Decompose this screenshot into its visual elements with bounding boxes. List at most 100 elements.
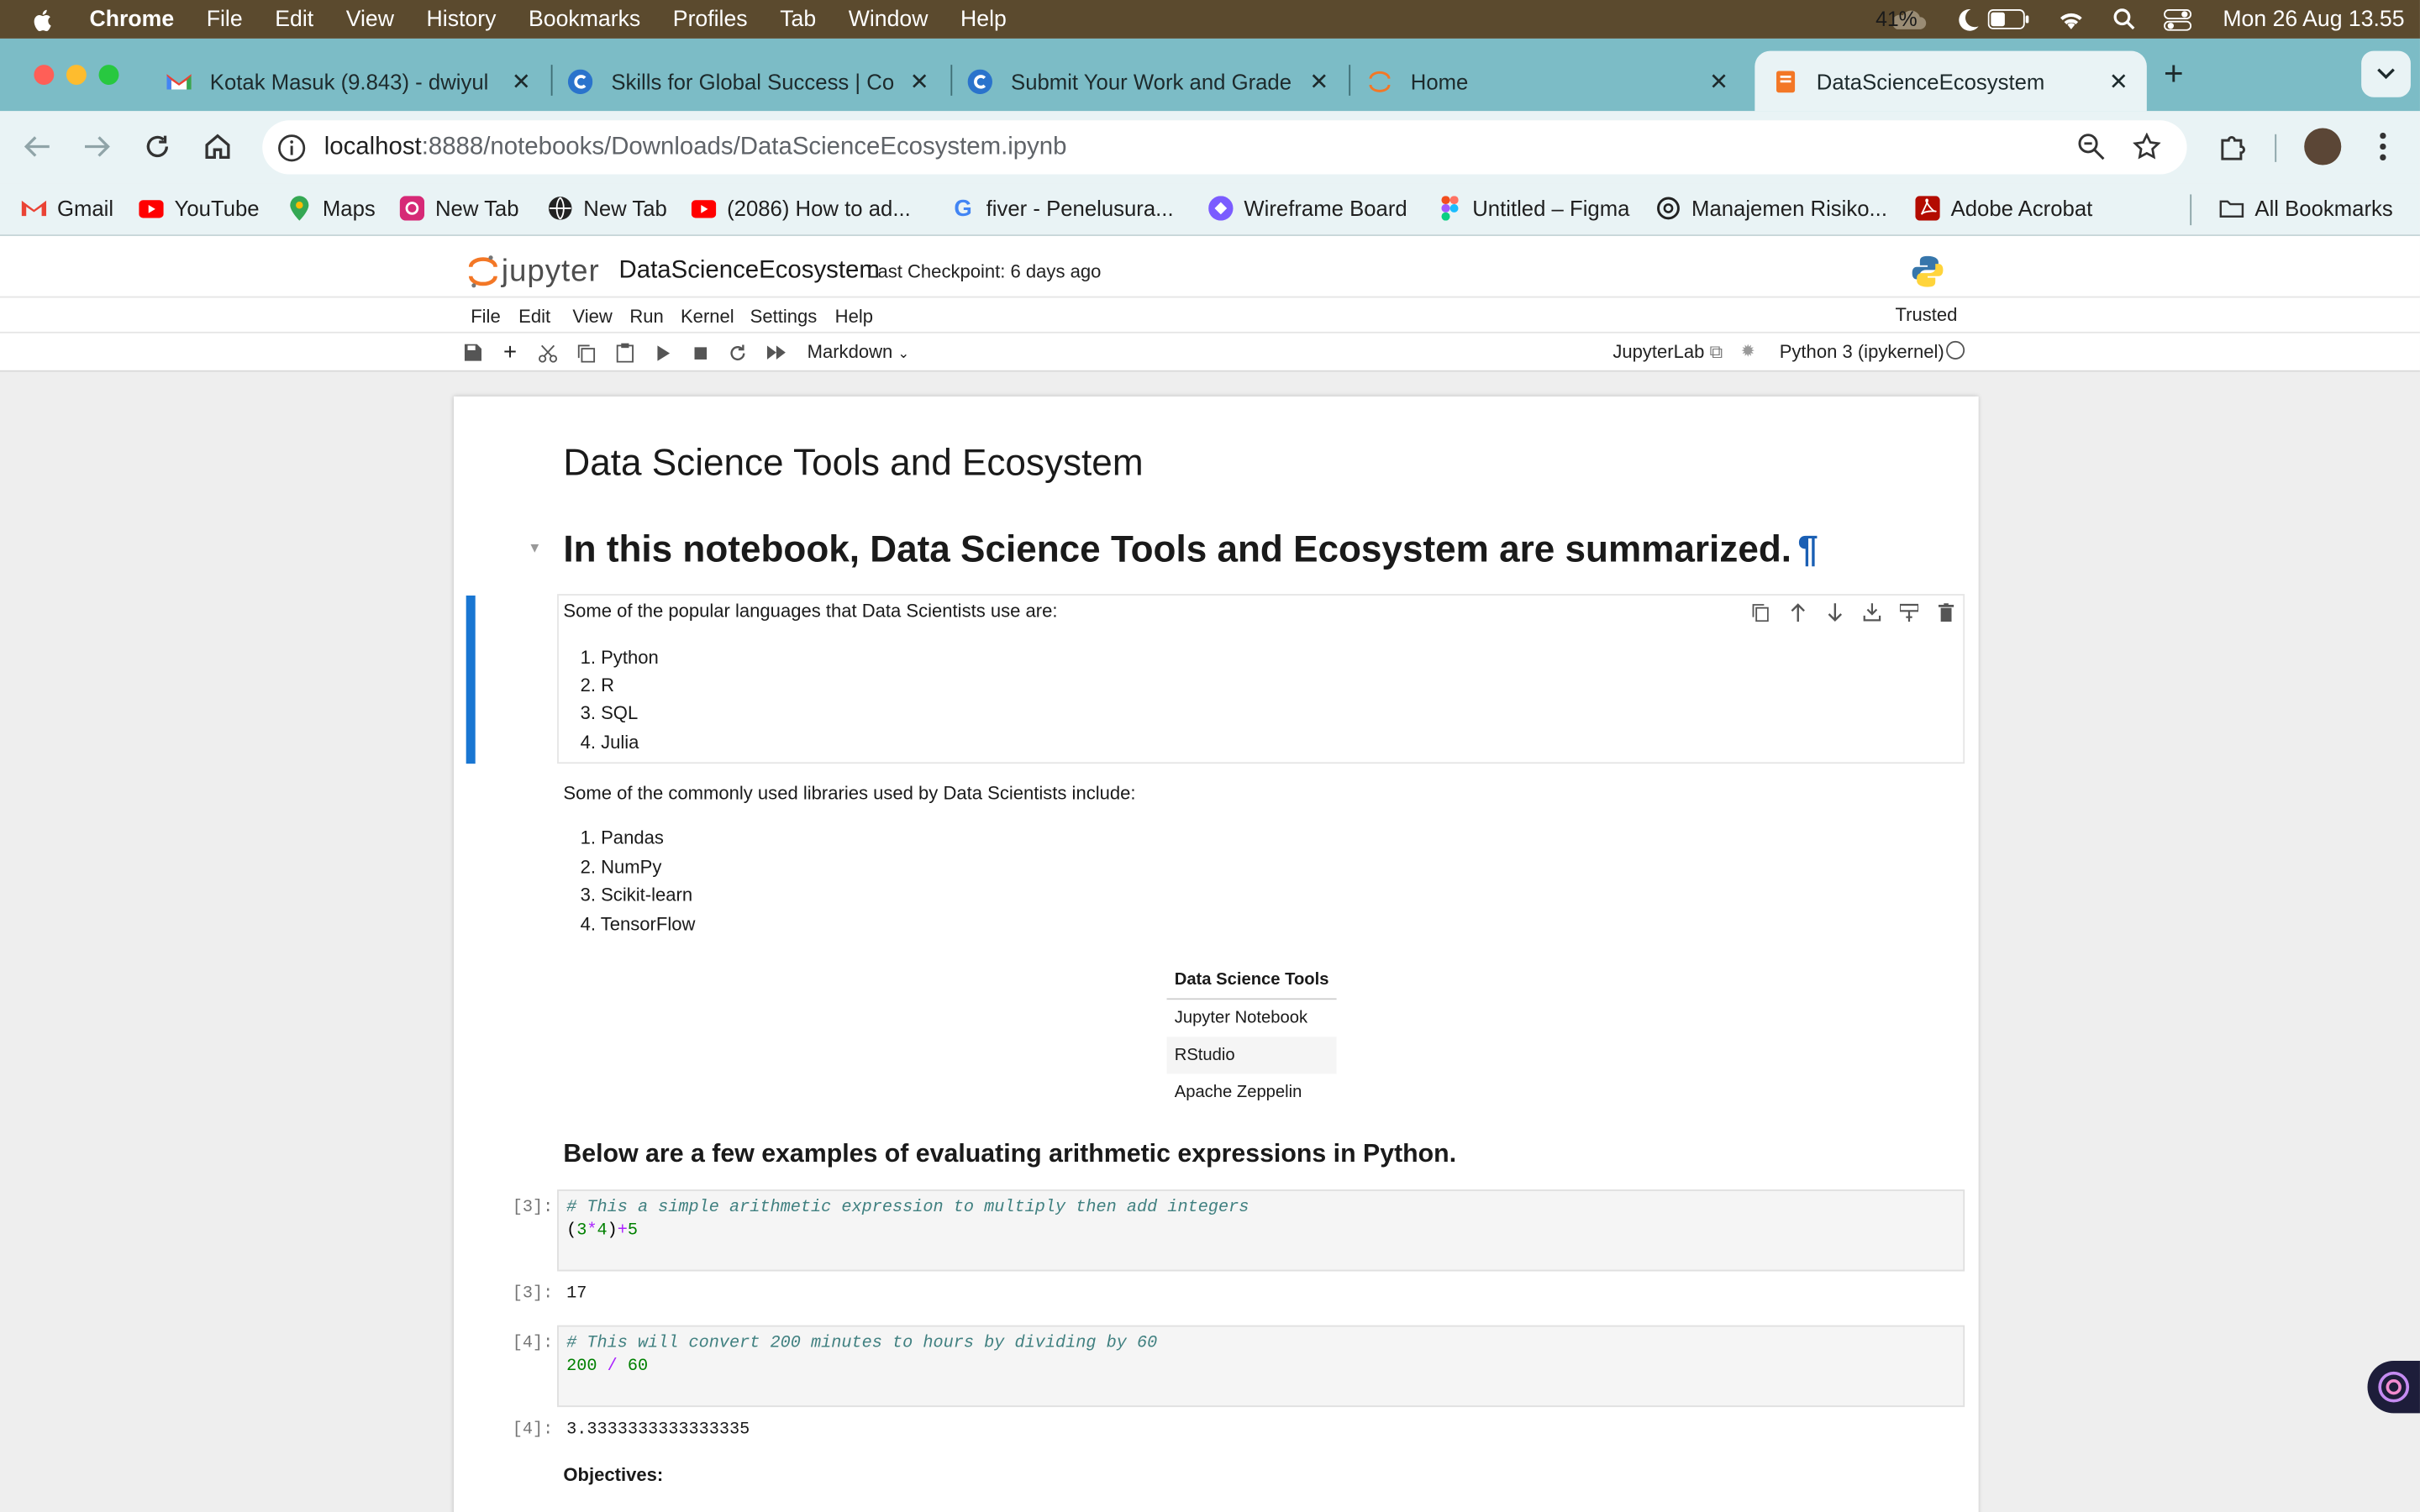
moon-icon[interactable] bbox=[1956, 7, 1981, 31]
menu-history[interactable]: History bbox=[427, 7, 497, 31]
menu-profiles[interactable]: Profiles bbox=[673, 7, 748, 31]
fast-forward-icon[interactable] bbox=[765, 343, 786, 363]
apple-icon[interactable] bbox=[31, 7, 55, 31]
menu-app-chrome[interactable]: Chrome bbox=[90, 7, 175, 31]
tab-datascienceecosystem[interactable]: DataScienceEcosystem ✕ bbox=[1754, 50, 2147, 112]
wifi-icon[interactable] bbox=[2058, 8, 2086, 30]
jmenu-file[interactable]: File bbox=[471, 306, 501, 328]
jmenu-help[interactable]: Help bbox=[835, 306, 873, 328]
move-down-icon[interactable] bbox=[1824, 601, 1844, 622]
move-up-icon[interactable] bbox=[1787, 601, 1807, 622]
menu-help[interactable]: Help bbox=[960, 7, 1007, 31]
close-icon[interactable]: ✕ bbox=[2109, 67, 2128, 95]
bookmark-youtube[interactable]: YouTube bbox=[139, 196, 260, 221]
insert-below-icon[interactable] bbox=[1861, 601, 1881, 622]
add-cell-icon[interactable]: + bbox=[500, 339, 520, 365]
bookmark-new-tab-instagram[interactable]: New Tab bbox=[399, 196, 519, 221]
bookmark-star-icon[interactable] bbox=[2133, 132, 2161, 168]
menubar-clock[interactable]: Mon 26 Aug 13.55 bbox=[2223, 7, 2404, 31]
bookmark-manajemen-risiko[interactable]: Manajemen Risiko... bbox=[1656, 196, 1887, 221]
insert-above-icon[interactable] bbox=[1898, 601, 1918, 622]
active-cell-indicator[interactable] bbox=[466, 595, 476, 764]
bookmark-new-tab-web[interactable]: New Tab bbox=[548, 196, 667, 221]
floating-extension-button[interactable] bbox=[2367, 1360, 2420, 1414]
bookmark-adobe-acrobat[interactable]: Adobe Acrobat bbox=[1915, 196, 2092, 221]
notebook-title[interactable]: DataScienceEcosystem bbox=[619, 258, 880, 286]
jupyter-logo[interactable]: jupyter bbox=[468, 253, 600, 290]
bookmark-how-to-add[interactable]: (2086) How to ad... bbox=[691, 196, 911, 221]
close-icon[interactable]: ✕ bbox=[910, 67, 929, 95]
extensions-button[interactable] bbox=[2217, 129, 2250, 163]
jmenu-edit[interactable]: Edit bbox=[518, 306, 550, 328]
tab-gmail[interactable]: Kotak Masuk (9.843) - dwiyul ✕ bbox=[166, 51, 531, 112]
stop-icon[interactable] bbox=[690, 343, 710, 363]
bookmark-fiver-search[interactable]: Gfiver - Penelusura... bbox=[950, 195, 1173, 221]
jmenu-run[interactable]: Run bbox=[629, 306, 663, 328]
jmenu-settings[interactable]: Settings bbox=[750, 306, 818, 328]
close-icon[interactable]: ✕ bbox=[1309, 67, 1328, 95]
close-icon[interactable]: ✕ bbox=[1709, 67, 1728, 95]
save-icon[interactable] bbox=[463, 343, 483, 363]
libraries-intro: Some of the commonly used libraries used… bbox=[563, 782, 1136, 804]
back-button[interactable] bbox=[20, 129, 54, 163]
duplicate-cell-icon[interactable] bbox=[1750, 601, 1770, 622]
spotlight-search-icon[interactable] bbox=[2113, 8, 2137, 31]
control-center-icon[interactable] bbox=[2164, 8, 2192, 30]
home-button[interactable] bbox=[201, 129, 234, 163]
menu-bookmarks[interactable]: Bookmarks bbox=[529, 7, 640, 31]
tab-search-button[interactable] bbox=[2361, 50, 2411, 97]
copy-icon[interactable] bbox=[576, 343, 596, 363]
reload-icon bbox=[146, 135, 169, 158]
cell-type-select[interactable]: Markdown ⌄ bbox=[808, 341, 910, 363]
forward-button[interactable] bbox=[81, 129, 114, 163]
reload-button[interactable] bbox=[140, 129, 174, 163]
collapse-heading-icon[interactable]: ▼ bbox=[528, 540, 541, 555]
jupyter-header: jupyter DataScienceEcosystem Last Checkp… bbox=[0, 236, 2420, 372]
bookmark-gmail[interactable]: Gmail bbox=[21, 196, 113, 221]
notebook-toolbar: + Markdown ⌄ JupyterLab ⧉ ✹ Python 3 (ip… bbox=[0, 333, 2420, 372]
all-bookmarks[interactable]: All Bookmarks bbox=[2219, 196, 2393, 221]
jupyter-logo-icon bbox=[468, 255, 497, 288]
code-cell[interactable]: # This will convert 200 minutes to hours… bbox=[557, 1325, 1965, 1408]
address-bar[interactable]: localhost:8888/notebooks/Downloads/DataS… bbox=[262, 120, 2187, 175]
tab-skills-for-global-success[interactable]: Skills for Global Success | Co ✕ bbox=[567, 51, 929, 112]
tab-submit-your-work[interactable]: Submit Your Work and Grade ✕ bbox=[967, 51, 1328, 112]
close-window-button[interactable] bbox=[34, 65, 55, 86]
run-icon[interactable] bbox=[653, 343, 673, 363]
table-cell: RStudio bbox=[1166, 1037, 1337, 1074]
bookmark-untitled-figma[interactable]: Untitled – Figma bbox=[1437, 196, 1629, 221]
menu-tab[interactable]: Tab bbox=[780, 7, 816, 31]
paste-icon[interactable] bbox=[614, 343, 634, 363]
cut-icon[interactable] bbox=[537, 343, 557, 363]
new-tab-button[interactable]: + bbox=[2164, 54, 2184, 94]
jmenu-view[interactable]: View bbox=[572, 306, 612, 328]
menu-view[interactable]: View bbox=[346, 7, 394, 31]
menu-file[interactable]: File bbox=[207, 7, 243, 31]
list-item: 3. Scikit-learn bbox=[580, 884, 693, 906]
code-cell[interactable]: # This a simple arithmetic expression to… bbox=[557, 1189, 1965, 1272]
close-icon[interactable]: ✕ bbox=[512, 67, 531, 95]
menu-edit[interactable]: Edit bbox=[275, 7, 313, 31]
trusted-indicator[interactable]: Trusted bbox=[1889, 301, 1964, 331]
menu-window[interactable]: Window bbox=[849, 7, 929, 31]
chrome-menu-button[interactable] bbox=[2366, 129, 2400, 163]
cell-output: 3.3333333333333335 bbox=[566, 1420, 750, 1440]
minimize-window-button[interactable] bbox=[66, 65, 87, 86]
anchor-link[interactable]: ¶ bbox=[1797, 529, 1818, 571]
bookmark-maps[interactable]: Maps bbox=[287, 196, 376, 221]
delete-cell-icon[interactable] bbox=[1935, 601, 1955, 622]
kernel-name[interactable]: Python 3 (ipykernel) bbox=[1780, 341, 1944, 363]
tab-home[interactable]: Home ✕ bbox=[1367, 51, 1728, 112]
battery-icon[interactable] bbox=[1988, 9, 2030, 29]
restart-icon[interactable] bbox=[727, 343, 747, 363]
instagram-icon bbox=[399, 196, 425, 221]
debugger-icon[interactable]: ✹ bbox=[1741, 341, 1755, 361]
site-info-icon[interactable] bbox=[278, 134, 306, 161]
maximize-window-button[interactable] bbox=[98, 65, 119, 86]
bookmark-wireframe-board[interactable]: Wireframe Board bbox=[1208, 196, 1407, 221]
open-jupyterlab-link[interactable]: JupyterLab ⧉ bbox=[1612, 341, 1723, 365]
jmenu-kernel[interactable]: Kernel bbox=[681, 306, 734, 328]
url-text[interactable]: localhost:8888/notebooks/Downloads/DataS… bbox=[324, 134, 1067, 161]
profile-avatar[interactable] bbox=[2304, 128, 2342, 165]
zoom-icon[interactable] bbox=[2077, 133, 2105, 168]
